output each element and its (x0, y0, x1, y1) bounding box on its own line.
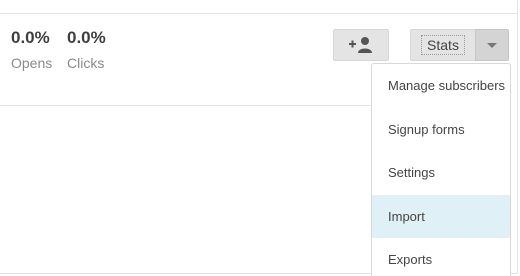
clicks-stat: 0.0% Clicks (67, 28, 106, 71)
row-divider (0, 105, 372, 106)
menu-item-exports[interactable]: Exports (372, 238, 510, 276)
clicks-value: 0.0% (67, 28, 106, 47)
menu-item-manage-subscribers[interactable]: Manage subscribers (372, 64, 510, 108)
top-divider (0, 13, 517, 14)
caret-down-icon (487, 42, 497, 48)
opens-label: Opens (11, 55, 53, 71)
stats-split-button: Stats (410, 29, 509, 61)
menu-item-import[interactable]: Import (372, 194, 510, 238)
clicks-label: Clicks (67, 55, 105, 71)
stats-button-label: Stats (421, 35, 465, 55)
stats-dropdown-menu: Manage subscribers Signup forms Settings… (371, 63, 511, 276)
stats-button[interactable]: Stats (410, 29, 475, 61)
add-subscriber-button[interactable] (333, 29, 389, 61)
opens-value: 0.0% (11, 28, 50, 47)
menu-item-settings[interactable]: Settings (372, 151, 510, 195)
add-person-icon (348, 36, 374, 54)
opens-stat: 0.0% Opens (11, 28, 52, 71)
stats-dropdown-toggle[interactable] (475, 29, 509, 61)
menu-item-signup-forms[interactable]: Signup forms (372, 108, 510, 152)
